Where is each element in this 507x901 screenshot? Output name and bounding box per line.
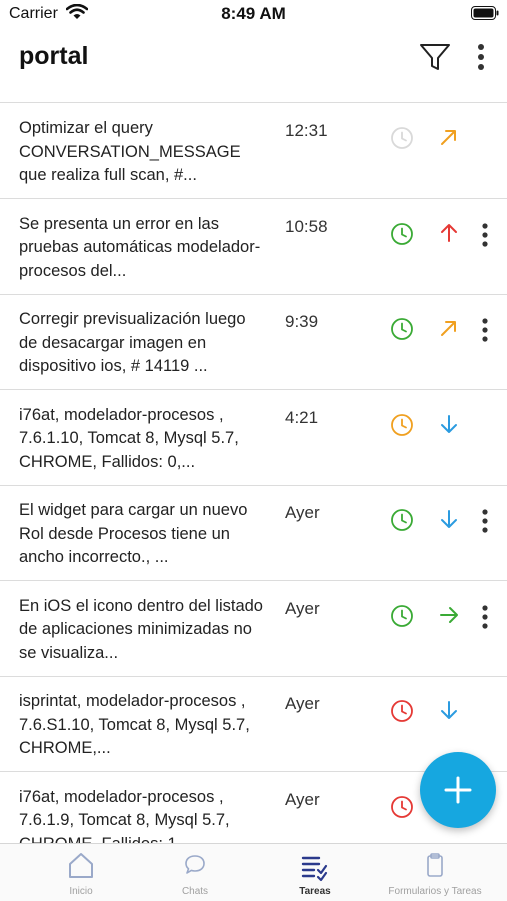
filter-button[interactable] <box>418 42 452 72</box>
clock-icon <box>391 318 413 340</box>
tab-bar: Inicio Chats Tareas Formularios y Tareas <box>0 843 507 901</box>
tab-label: Inicio <box>69 886 93 897</box>
task-time: 10:58 <box>285 216 328 236</box>
status-time: 8:49 AM <box>221 4 286 23</box>
task-time: 12:31 <box>285 121 328 140</box>
task-time: Ayer <box>285 694 320 713</box>
task-time: 4:21 <box>285 407 319 427</box>
clock-icon <box>391 700 413 722</box>
plus-icon <box>444 776 472 804</box>
more-vertical-icon[interactable] <box>475 508 495 534</box>
tab-label: Formularios y Tareas <box>388 886 482 897</box>
tab-chat[interactable]: Chats <box>150 844 240 901</box>
task-row[interactable]: En iOS el icono dentro del listado de ap… <box>0 581 507 677</box>
more-vertical-icon[interactable] <box>475 317 495 343</box>
task-row[interactable]: El widget para cargar un nuevo Rol desde… <box>0 485 507 581</box>
task-row[interactable]: Optimizar el query CONVERSATION_MESSAGE … <box>0 103 507 199</box>
tab-label: Chats <box>181 886 209 897</box>
arrow-up-right-icon <box>441 321 456 336</box>
battery-icon <box>471 6 499 20</box>
clipboard-icon <box>427 853 443 877</box>
task-title: isprintat, modelador-procesos , 7.6.S1.1… <box>19 692 250 757</box>
tab-label: Tareas <box>299 886 331 897</box>
task-title: En iOS el icono dentro del listado de ap… <box>19 596 263 662</box>
task-row[interactable]: Corregir previsualización luego de desac… <box>0 294 507 390</box>
arrow-down-icon <box>441 701 457 719</box>
clock-icon <box>391 127 413 149</box>
arrow-down-icon <box>441 414 457 433</box>
task-title: El widget para cargar un nuevo Rol desde… <box>19 501 248 566</box>
task-title: Se presenta un error en las pruebas auto… <box>19 214 261 280</box>
status-bar: Carrier 8:49 AM <box>0 0 507 28</box>
task-row[interactable]: Se presenta un error en las pruebas auto… <box>0 199 507 295</box>
task-time: Ayer <box>285 503 320 522</box>
app-header: portal <box>0 28 507 103</box>
task-list: Optimizar el query CONVERSATION_MESSAGE … <box>0 103 507 843</box>
tab-home[interactable]: Inicio <box>38 844 124 901</box>
arrow-up-icon <box>441 223 457 242</box>
task-row[interactable]: isprintat, modelador-procesos , 7.6.S1.1… <box>0 676 507 772</box>
clock-icon <box>391 413 413 436</box>
clock-icon <box>391 604 413 627</box>
add-task-button[interactable] <box>420 752 496 828</box>
tasks-icon <box>301 856 328 882</box>
tab-clipboard[interactable]: Formularios y Tareas <box>370 844 500 901</box>
arrow-up-right-icon <box>441 130 456 145</box>
arrow-right-icon <box>440 606 458 623</box>
arrow-down-icon <box>441 510 457 528</box>
more-vertical-icon[interactable] <box>475 222 495 248</box>
task-title: Optimizar el query CONVERSATION_MESSAGE … <box>19 119 241 184</box>
task-time: Ayer <box>285 598 320 618</box>
chat-icon <box>185 855 205 874</box>
task-title: Corregir previsualización luego de desac… <box>19 310 246 375</box>
clock-icon <box>391 222 413 245</box>
home-icon <box>69 853 93 878</box>
filter-icon <box>420 44 450 70</box>
more-vertical-icon[interactable] <box>475 604 495 630</box>
tab-tasks[interactable]: Tareas <box>270 844 360 901</box>
clock-icon <box>391 795 413 818</box>
task-row[interactable]: i76at, modelador-procesos , 7.6.1.10, To… <box>0 390 507 486</box>
header-more-button[interactable] <box>470 42 492 72</box>
task-time: Ayer <box>285 789 320 809</box>
page-title: portal <box>19 42 89 70</box>
clock-icon <box>391 509 413 531</box>
more-vertical-icon <box>478 44 484 70</box>
task-title: i76at, modelador-procesos , 7.6.1.10, To… <box>19 405 239 471</box>
task-title: i76at, modelador-procesos , 7.6.1.9, Tom… <box>19 787 230 844</box>
task-time: 9:39 <box>285 312 319 331</box>
